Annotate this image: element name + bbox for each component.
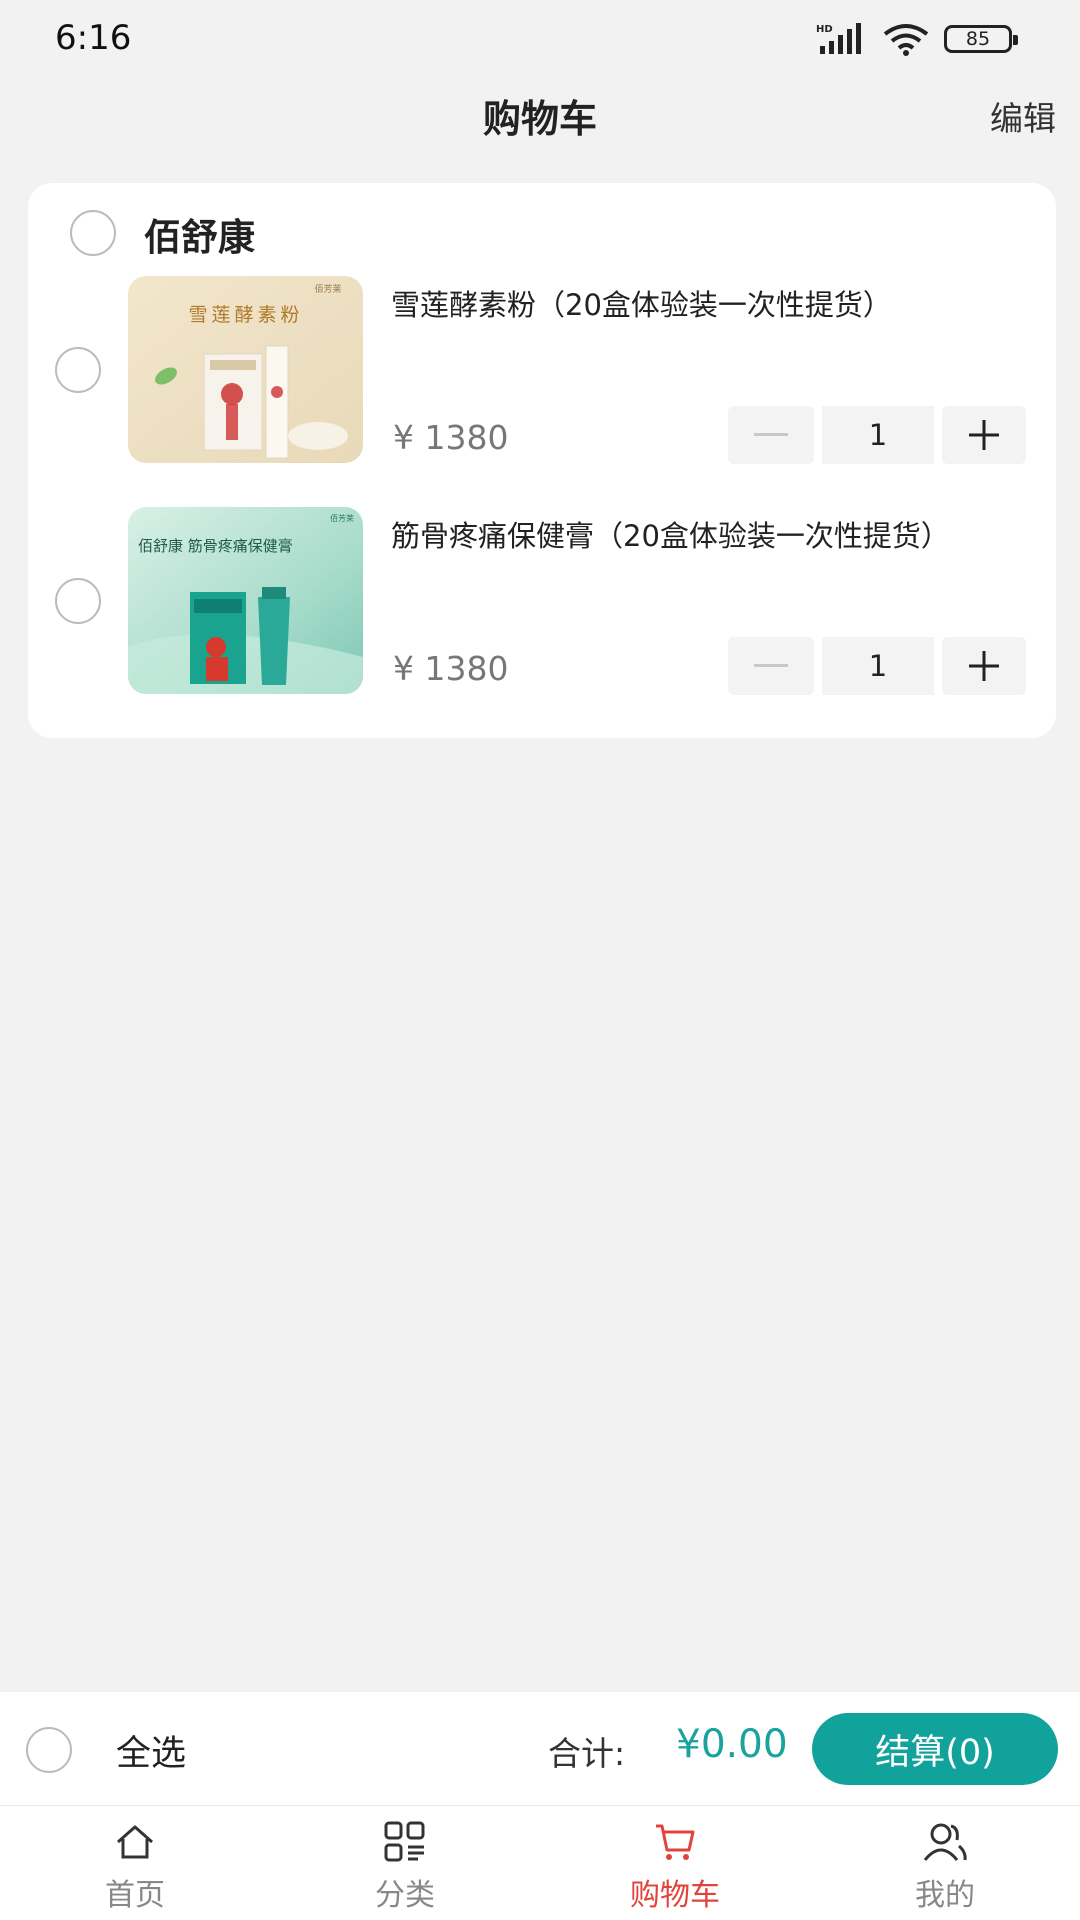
cart-item: 佰芳莱 佰舒康 筋骨疼痛保健膏 筋骨疼痛保健膏（20盒体验装一次性提货） ¥ 1…: [28, 507, 1056, 697]
checkout-button[interactable]: 结算(0): [812, 1713, 1058, 1785]
brand-mark: 佰芳莱: [330, 513, 354, 523]
status-time: 6:16: [55, 18, 132, 58]
tab-profile[interactable]: 我的: [810, 1806, 1080, 1920]
select-all-radio[interactable]: [26, 1727, 72, 1773]
page-title: 购物车: [482, 97, 597, 141]
image-caption: 佰舒康 筋骨疼痛保健膏: [138, 537, 293, 555]
tab-label: 分类: [375, 1878, 435, 1913]
home-icon: [117, 1825, 153, 1859]
product-image[interactable]: 佰芳莱 雪莲酵素粉: [128, 276, 363, 463]
battery-icon: 85: [944, 25, 1018, 53]
user-icon: [923, 1823, 967, 1861]
header: 购物车 编辑: [0, 78, 1080, 188]
plus-icon: [969, 420, 999, 450]
cart-icon: [656, 1824, 695, 1860]
brand-mark: 佰芳莱: [314, 283, 341, 295]
quantity-value[interactable]: 1: [822, 637, 934, 695]
image-caption: 雪莲酵素粉: [188, 304, 303, 326]
minus-icon: [754, 664, 788, 667]
status-icons: HD 85: [816, 22, 1018, 56]
product-title[interactable]: 筋骨疼痛保健膏（20盒体验装一次性提货）: [391, 515, 951, 558]
quantity-stepper: 1: [728, 637, 1026, 695]
product-price: ¥ 1380: [393, 649, 509, 688]
tab-label: 我的: [915, 1878, 975, 1913]
increase-button[interactable]: [942, 406, 1026, 464]
product-price: ¥ 1380: [393, 418, 509, 457]
decrease-button[interactable]: [728, 406, 814, 464]
item-select-radio[interactable]: [55, 578, 101, 624]
edit-button[interactable]: 编辑: [990, 92, 1056, 140]
increase-button[interactable]: [942, 637, 1026, 695]
cart-item: 佰芳莱 雪莲酵素粉 雪莲酵素粉（20盒体验装一次性提货） ¥ 1380 1: [28, 276, 1056, 466]
minus-icon: [754, 433, 788, 436]
tab-cart[interactable]: 购物车: [540, 1806, 810, 1920]
total-label: 合计:: [548, 1734, 626, 1773]
product-image[interactable]: 佰芳莱 佰舒康 筋骨疼痛保健膏: [128, 507, 363, 694]
tab-category[interactable]: 分类: [270, 1806, 540, 1920]
quantity-stepper: 1: [728, 406, 1026, 464]
product-title[interactable]: 雪莲酵素粉（20盒体验装一次性提货）: [391, 284, 951, 327]
status-bar: 6:16 HD 85: [0, 0, 1080, 78]
quantity-value[interactable]: 1: [822, 406, 934, 464]
cart-store-card: 佰舒康 佰芳莱 雪莲酵素粉 雪莲酵素粉（20盒体验装一次性提货） ¥ 1380 …: [28, 183, 1056, 738]
category-icon: [384, 1821, 425, 1862]
total-amount: ¥0.00: [676, 1722, 788, 1767]
plus-icon: [969, 651, 999, 681]
decrease-button[interactable]: [728, 637, 814, 695]
tab-label: 首页: [105, 1878, 165, 1913]
store-select-radio[interactable]: [70, 210, 116, 256]
network-label: HD: [816, 24, 833, 35]
cart-summary-bar: 全选 合计: ¥0.00 结算(0): [0, 1692, 1080, 1806]
signal-icon: HD: [816, 23, 861, 54]
wifi-icon: [883, 24, 929, 56]
tab-home[interactable]: 首页: [0, 1806, 270, 1920]
battery-level: 85: [965, 28, 991, 50]
bottom-tab-bar: 首页 分类 购物车 我的: [0, 1806, 1080, 1920]
store-name: 佰舒康: [144, 216, 255, 259]
select-all-label[interactable]: 全选: [116, 1725, 186, 1776]
tab-label: 购物车: [630, 1878, 720, 1913]
item-select-radio[interactable]: [55, 347, 101, 393]
